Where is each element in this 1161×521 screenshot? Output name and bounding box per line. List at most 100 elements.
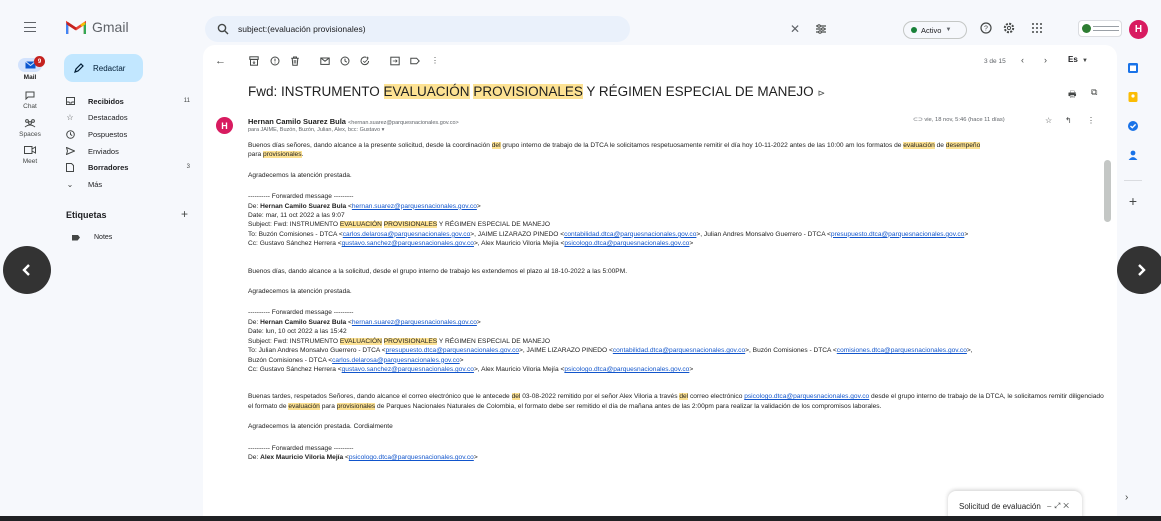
help-icon[interactable]: ? <box>980 22 992 34</box>
taskbar-strip <box>0 516 1161 521</box>
forwarded-to-cont: Buzón Comisiones - DTCA <carlos.delarosa… <box>248 356 464 364</box>
email-link[interactable]: psicologo.dtca@parquesnacionales.gov.co <box>349 454 474 461</box>
email-link[interactable]: comisiones.dtca@parquesnacionales.gov.co <box>837 347 967 354</box>
status-dropdown[interactable]: Activo ▼ <box>903 21 967 39</box>
subject-highlight: EVALUACIÓN <box>383 84 470 99</box>
expand-icon[interactable]: ⤢ <box>1054 501 1063 510</box>
subject-text: Y RÉGIMEN ESPECIAL DE MANEJO <box>582 84 814 99</box>
message-pane: ← ⋮ 3 de 15 ‹ › Es ▼ Fwd: INSTRUMENTO EV… <box>203 45 1117 521</box>
rail-item-mail[interactable]: 9 Mail <box>0 56 60 81</box>
settings-gear-icon[interactable] <box>1003 22 1015 34</box>
email-link[interactable]: hernan.suarez@parquesnacionales.gov.co <box>352 203 477 210</box>
open-new-window-icon[interactable]: ⧉ <box>1091 87 1097 98</box>
search-bar[interactable]: subject:(evaluación provisionales) ✕ <box>205 16 826 42</box>
back-arrow-icon[interactable]: ← <box>215 56 226 67</box>
next-message-button[interactable] <box>1117 246 1161 294</box>
email-link[interactable]: carlos.delarosa@parquesnacionales.gov.co <box>343 231 471 238</box>
sender-avatar[interactable]: H <box>216 117 233 134</box>
rail-item-spaces[interactable]: Spaces <box>0 116 60 138</box>
add-addon-icon[interactable]: + <box>1124 193 1142 209</box>
email-link[interactable]: hernan.suarez@parquesnacionales.gov.co <box>352 319 477 326</box>
svg-text:?: ? <box>984 26 988 33</box>
message-scrollbar[interactable] <box>1104 60 1111 520</box>
email-link[interactable]: psicologo.dtca@parquesnacionales.gov.co <box>744 393 869 400</box>
next-chevron-icon[interactable]: › <box>1044 55 1047 65</box>
search-icon[interactable] <box>217 23 229 35</box>
date-text: vie, 18 nov, 5:46 (hace 11 días) <box>924 117 1005 123</box>
folder-count: 11 <box>183 98 190 104</box>
label-tag-icon <box>72 234 80 241</box>
folder-sent[interactable]: Enviados <box>60 144 200 158</box>
tasks-icon[interactable] <box>1127 120 1139 132</box>
expand-side-panel-icon[interactable]: › <box>1125 492 1128 503</box>
folder-snoozed[interactable]: Pospuestos <box>60 127 200 141</box>
email-link[interactable]: psicologo.dtca@parquesnacionales.gov.co <box>564 366 689 373</box>
print-icon[interactable]: 🖶 <box>1068 87 1077 103</box>
add-task-icon[interactable] <box>360 56 370 66</box>
previous-message-button[interactable] <box>3 246 51 294</box>
search-input[interactable]: subject:(evaluación provisionales) <box>238 24 366 34</box>
paragraph: Buenos días señores, dando alcance a la … <box>248 142 981 159</box>
forwarded-cc: Cc: Gustavo Sánchez Herrera <gustavo.san… <box>248 240 694 248</box>
email-link[interactable]: psicologo.dtca@parquesnacionales.gov.co <box>564 240 689 247</box>
label-icon[interactable] <box>410 56 420 66</box>
account-avatar[interactable]: H <box>1129 20 1148 39</box>
keep-notes-icon[interactable] <box>1127 91 1139 103</box>
folder-label: Destacados <box>88 112 128 122</box>
contacts-icon[interactable] <box>1127 149 1139 161</box>
folder-inbox[interactable]: Recibidos 11 <box>60 94 200 108</box>
rail-item-chat[interactable]: Chat <box>0 88 60 110</box>
more-vertical-icon[interactable]: ⋮ <box>430 56 440 66</box>
email-link[interactable]: contabilidad.dtca@parquesnacionales.gov.… <box>613 347 745 354</box>
move-to-icon[interactable] <box>390 56 400 66</box>
email-link[interactable]: presupuesto.dtca@parquesnacionales.gov.c… <box>831 231 964 238</box>
label-item-notes[interactable]: Notes <box>72 234 112 241</box>
forwarded-from: De: Hernan Camilo Suarez Bula <hernan.su… <box>248 318 481 326</box>
more-vertical-icon[interactable]: ⋮ <box>1087 116 1095 125</box>
email-link[interactable]: carlos.delarosa@parquesnacionales.gov.co <box>332 357 460 364</box>
draft-file-icon <box>65 162 75 172</box>
close-icon[interactable]: ✕ <box>1063 501 1072 510</box>
folder-starred[interactable]: ☆ Destacados <box>60 110 200 124</box>
scrollbar-thumb[interactable] <box>1104 160 1111 222</box>
email-link[interactable]: presupuesto.dtca@parquesnacionales.gov.c… <box>386 347 519 354</box>
email-link[interactable]: gustavo.sanchez@parquesnacionales.gov.co <box>342 366 474 373</box>
main-menu-icon[interactable] <box>24 22 36 32</box>
forwarded-subject: Subject: Fwd: INSTRUMENTO EVALUACIÓN PRO… <box>248 337 550 345</box>
apps-grid-icon[interactable] <box>1031 22 1043 34</box>
previous-chevron-icon[interactable]: ‹ <box>1021 55 1024 65</box>
delete-trash-icon[interactable] <box>290 56 300 66</box>
mark-unread-icon[interactable] <box>320 56 330 66</box>
reply-icon[interactable]: ↰ <box>1065 116 1072 125</box>
compose-button[interactable]: Redactar <box>64 54 143 82</box>
report-spam-icon[interactable] <box>270 56 280 66</box>
email-link[interactable]: contabilidad.dtca@parquesnacionales.gov.… <box>564 231 696 238</box>
pager-text: 3 de 15 <box>984 58 1006 65</box>
rail-item-meet[interactable]: Meet <box>0 143 60 165</box>
language-selector[interactable]: Es <box>1068 55 1078 64</box>
org-logo-icon <box>1082 24 1091 33</box>
organization-logo[interactable] <box>1078 20 1122 37</box>
message-subject: Fwd: INSTRUMENTO EVALUACIÓN PROVISIONALE… <box>248 84 825 99</box>
chat-icon <box>18 88 42 102</box>
snooze-clock-icon[interactable] <box>340 56 350 66</box>
app-name: Gmail <box>92 19 129 35</box>
rail-meet-label: Meet <box>22 158 38 165</box>
calendar-icon[interactable] <box>1127 62 1139 74</box>
draft-window-controls[interactable]: –⤢✕ <box>1047 501 1072 511</box>
gmail-logo[interactable]: Gmail <box>66 19 129 35</box>
star-icon[interactable]: ☆ <box>1045 116 1052 125</box>
folder-drafts[interactable]: Borradores 3 <box>60 160 200 174</box>
right-rail-divider <box>1124 180 1142 181</box>
important-label-icon[interactable]: ⊳ <box>818 88 826 98</box>
archive-icon[interactable] <box>249 56 259 66</box>
folder-more[interactable]: ⌄ Más <box>60 177 200 191</box>
recipients-line[interactable]: para JAIME, Buzón, Buzón, Julian, Alex, … <box>248 127 384 133</box>
search-options-icon[interactable] <box>815 23 827 35</box>
add-label-icon[interactable]: + <box>181 207 188 221</box>
clear-search-icon[interactable]: ✕ <box>790 23 800 35</box>
forwarded-marker: ---------- Forwarded message --------- <box>248 444 354 452</box>
chevron-down-icon[interactable]: ▼ <box>1082 58 1088 64</box>
sender-name: Hernan Camilo Suarez Bula <hernan.suarez… <box>248 117 459 126</box>
email-link[interactable]: gustavo.sanchez@parquesnacionales.gov.co <box>342 240 474 247</box>
